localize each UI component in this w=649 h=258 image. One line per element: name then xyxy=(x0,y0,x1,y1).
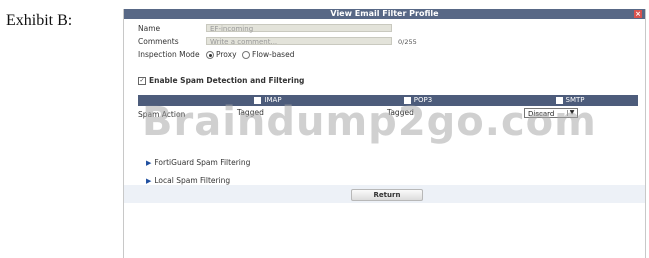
name-field[interactable]: EF-incoming xyxy=(206,24,392,33)
radio-unselected-icon xyxy=(242,51,250,59)
expander-local-label: Local Spam Filtering xyxy=(154,176,231,185)
inspection-mode-flow[interactable]: Flow-based xyxy=(242,50,294,59)
email-filter-dialog: View Email Filter Profile × Name EF-inco… xyxy=(123,9,646,258)
comments-counter: 0/255 xyxy=(398,38,417,46)
close-button[interactable]: × xyxy=(634,10,642,18)
return-button[interactable]: Return xyxy=(351,189,423,201)
exhibit-label: Exhibit B: xyxy=(6,12,73,29)
watermark: Braindump2go.com xyxy=(142,99,597,145)
inspection-mode-proxy[interactable]: Proxy xyxy=(206,50,237,59)
dialog-footer: Return xyxy=(124,185,645,203)
close-icon: × xyxy=(635,10,641,18)
comments-field[interactable]: Write a comment... xyxy=(206,37,392,46)
checkbox-checked-icon: ✓ xyxy=(138,77,146,85)
dialog-title: View Email Filter Profile xyxy=(330,9,439,18)
dialog-titlebar: View Email Filter Profile × xyxy=(124,9,645,19)
spam-toggle[interactable]: ✓ Enable Spam Detection and Filtering xyxy=(138,76,304,85)
flow-based-label: Flow-based xyxy=(252,50,295,59)
expander-local[interactable]: ▶ Local Spam Filtering xyxy=(146,176,230,185)
expander-fortiguard[interactable]: ▶ FortiGuard Spam Filtering xyxy=(146,158,250,167)
comments-label: Comments xyxy=(138,37,179,46)
inspection-mode-label: Inspection Mode xyxy=(138,50,200,59)
radio-selected-icon xyxy=(206,51,214,59)
name-label: Name xyxy=(138,24,161,33)
spam-toggle-label: Enable Spam Detection and Filtering xyxy=(149,76,305,85)
expand-arrow-icon: ▶ xyxy=(146,177,152,185)
expander-fortiguard-label: FortiGuard Spam Filtering xyxy=(154,158,251,167)
proxy-label: Proxy xyxy=(216,50,237,59)
expand-arrow-icon: ▶ xyxy=(146,159,152,167)
